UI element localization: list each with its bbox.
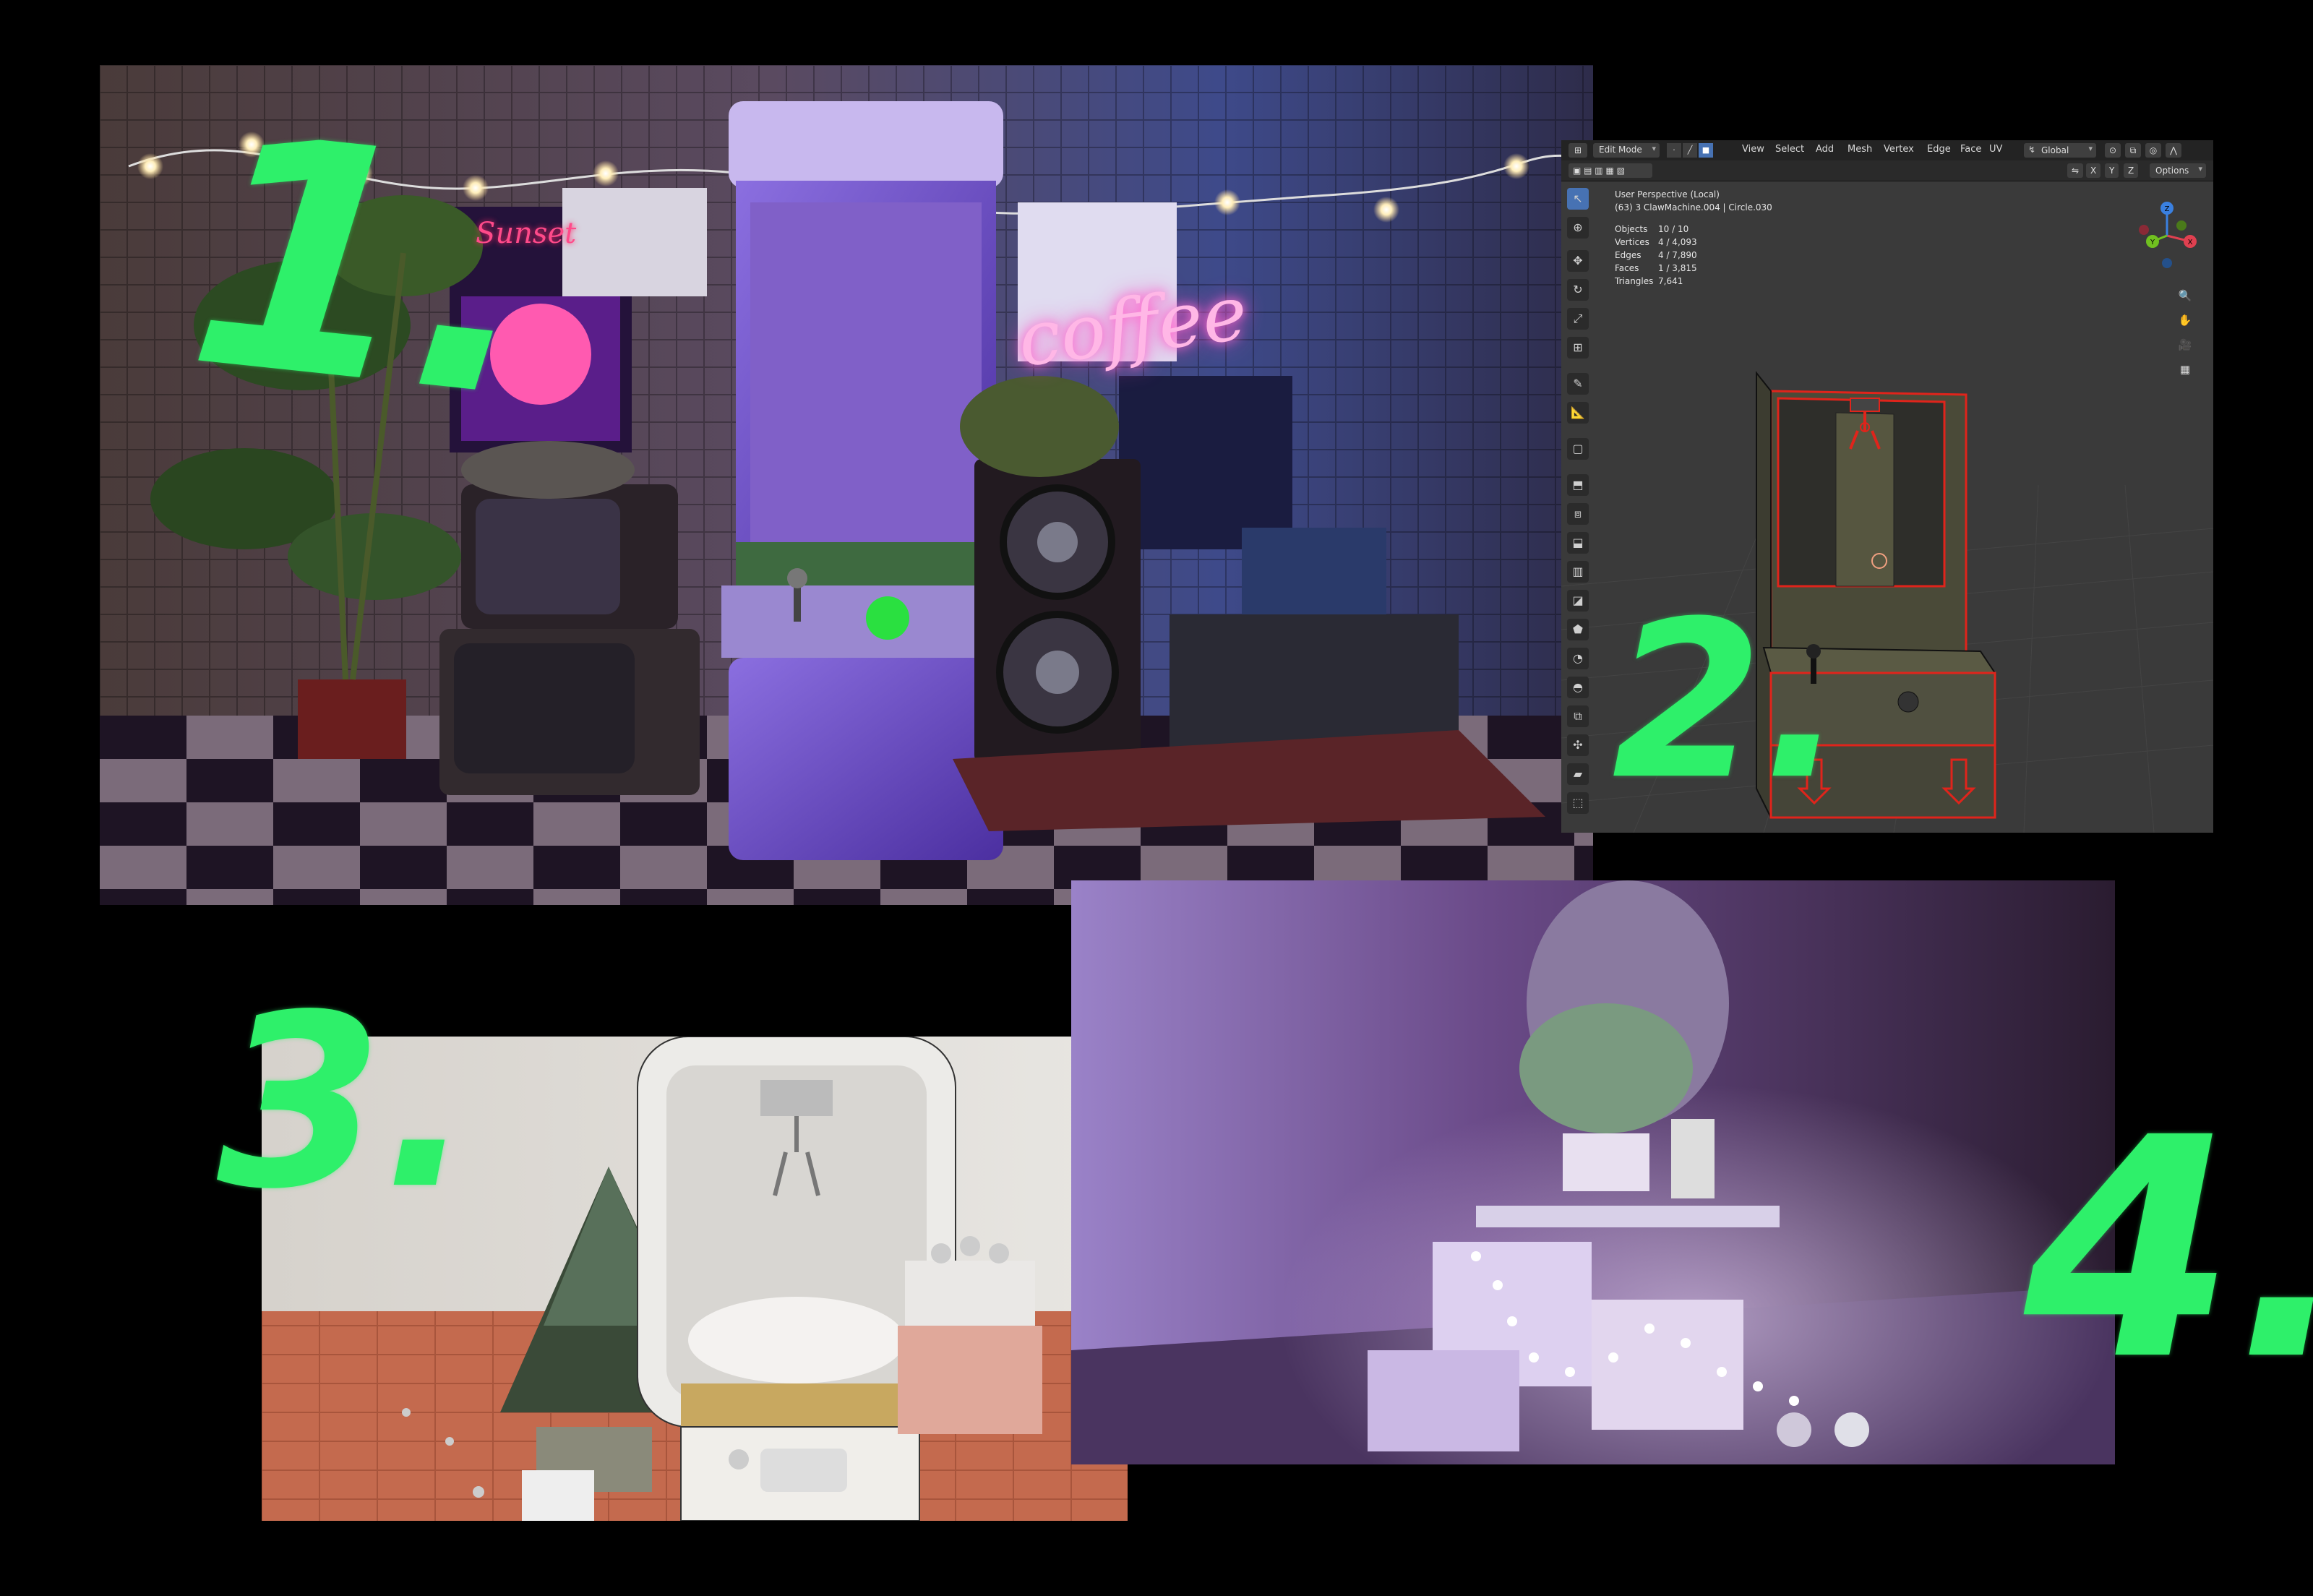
- rotate-icon[interactable]: ↻: [1567, 279, 1589, 301]
- navigation-gizmo[interactable]: X Z Y: [2131, 200, 2203, 272]
- blender-subheader: ▣ ▤ ▥ ▦ ▧ ⇋ X Y Z Options ▾: [1561, 160, 2213, 181]
- tool-shelf: ↖ ⊕ ✥ ↻ ⤢ ⊞ ✎ 📐 ▢ ⬒ ⧈ ⬓ ▥ ◪ ⬟ ◔ ◓ ⧉ ✣ ▰ …: [1564, 188, 1593, 833]
- stat-triangles: Triangles 7,641: [1615, 276, 1683, 286]
- annotate-icon[interactable]: ✎: [1567, 373, 1589, 395]
- lantern: [1671, 1119, 1715, 1198]
- measure-icon[interactable]: 📐: [1567, 402, 1589, 424]
- chevron-down-icon: ▾: [2198, 164, 2202, 173]
- face-select-icon[interactable]: ■: [1699, 143, 1713, 158]
- viewport-info: User Perspective (Local) (63) 3 ClawMach…: [1615, 189, 1832, 298]
- loop-cut-icon[interactable]: ▥: [1567, 561, 1589, 583]
- mirror-icon[interactable]: ⇋: [2067, 163, 2084, 178]
- gift-box-pink: [898, 1326, 1042, 1434]
- pivot-icon[interactable]: ⊙: [2105, 143, 2121, 158]
- stat-vertices: Vertices 4 / 4,093: [1615, 237, 1697, 247]
- menu-uv[interactable]: UV: [1989, 144, 2002, 155]
- menu-select[interactable]: Select: [1775, 144, 1804, 155]
- editor-type-icon[interactable]: ⊞: [1569, 143, 1587, 158]
- transform-orientation-dropdown[interactable]: ↯ Global ▾: [2024, 143, 2096, 158]
- plush-toys: [688, 1297, 905, 1383]
- menu-face[interactable]: Face: [1960, 144, 1981, 155]
- menu-vertex[interactable]: Vertex: [1884, 144, 1914, 155]
- transform-icon[interactable]: ⊞: [1567, 337, 1589, 359]
- axis-y-toggle[interactable]: Y: [2105, 163, 2119, 178]
- stat-faces: Faces 1 / 3,815: [1615, 263, 1697, 273]
- menu-mesh[interactable]: Mesh: [1848, 144, 1872, 155]
- shrink-fatten-icon[interactable]: ✣: [1567, 734, 1589, 756]
- menu-edge[interactable]: Edge: [1927, 144, 1951, 155]
- claw-machine: [721, 101, 1010, 860]
- chevron-down-icon: ▾: [2088, 144, 2093, 153]
- axis-z-toggle[interactable]: Z: [2124, 163, 2139, 178]
- smooth-icon[interactable]: ◓: [1567, 677, 1589, 698]
- side-table: [1476, 1206, 1780, 1227]
- car-poster: [1119, 376, 1292, 549]
- purple-scene: [1071, 880, 2115, 1464]
- shear-icon[interactable]: ▰: [1567, 763, 1589, 785]
- extrude-icon[interactable]: ⬒: [1567, 474, 1589, 496]
- zoom-icon[interactable]: 🔍: [2176, 286, 2194, 305]
- svg-text:Z: Z: [2165, 205, 2170, 213]
- edge-select-icon[interactable]: ╱: [1683, 143, 1697, 158]
- open-box: [1368, 1350, 1519, 1451]
- svg-text:Y: Y: [2150, 239, 2155, 246]
- viewport-title: User Perspective (Local): [1615, 189, 1720, 200]
- step-number-4: 4.: [2024, 1073, 2313, 1427]
- spin-icon[interactable]: ◔: [1567, 648, 1589, 669]
- step-number-2: 2.: [1612, 575, 1845, 827]
- select-box-icon[interactable]: ↖: [1567, 188, 1589, 210]
- object-info: (63) 3 ClawMachine.004 | Circle.030: [1615, 202, 1772, 213]
- menu-view[interactable]: View: [1742, 144, 1764, 155]
- scale-icon[interactable]: ⤢: [1567, 308, 1589, 330]
- knife-icon[interactable]: ◪: [1567, 590, 1589, 612]
- step-number-1: 1.: [176, 65, 556, 470]
- cardboard-box: [1242, 528, 1386, 622]
- menu-add[interactable]: Add: [1816, 144, 1834, 155]
- speaker: [974, 459, 1141, 763]
- step-number-3: 3.: [217, 964, 473, 1241]
- inset-icon[interactable]: ⧈: [1567, 503, 1589, 525]
- move-icon[interactable]: ✥: [1567, 250, 1589, 272]
- rip-region-icon[interactable]: ⬚: [1567, 792, 1589, 814]
- mode-dropdown[interactable]: Edit Mode ▾: [1593, 143, 1660, 158]
- svg-text:X: X: [2188, 239, 2193, 246]
- blender-header: ⊞ Edit Mode ▾ · ╱ ■ View Select Add Mesh…: [1561, 140, 2213, 161]
- bevel-icon[interactable]: ⬓: [1567, 532, 1589, 554]
- orientation-icon: ↯: [2028, 145, 2036, 155]
- cursor-icon[interactable]: ⊕: [1567, 217, 1589, 239]
- chevron-down-icon: ▾: [1652, 144, 1656, 153]
- add-cube-icon[interactable]: ▢: [1567, 438, 1589, 460]
- options-dropdown[interactable]: Options ▾: [2150, 163, 2206, 178]
- selection-mode-icons[interactable]: ▣ ▤ ▥ ▦ ▧: [1569, 163, 1652, 178]
- snap-icon[interactable]: ⧉: [2125, 143, 2141, 158]
- select-mode-buttons[interactable]: · ╱ ■: [1667, 143, 1715, 158]
- vertex-select-icon[interactable]: ·: [1667, 143, 1681, 158]
- potted-plant: [960, 376, 1119, 477]
- gift-box-ribbon: [1592, 1300, 1743, 1430]
- hand-icon[interactable]: ✋: [2176, 311, 2194, 330]
- render-panel-purple-christmas: [1071, 880, 2115, 1464]
- white-poster: [562, 188, 707, 296]
- ornament-ball: [1834, 1412, 1869, 1447]
- axis-x-toggle[interactable]: X: [2086, 163, 2101, 178]
- falloff-icon[interactable]: ⋀: [2166, 143, 2181, 158]
- edge-slide-icon[interactable]: ⧉: [1567, 705, 1589, 727]
- camera-icon[interactable]: 🎥: [2176, 335, 2194, 354]
- stat-edges: Edges 4 / 7,890: [1615, 250, 1697, 260]
- proportional-edit-icon[interactable]: ◎: [2145, 143, 2161, 158]
- poly-build-icon[interactable]: ⬟: [1567, 619, 1589, 640]
- gift-box-small: [522, 1470, 594, 1521]
- stat-objects: Objects 10 / 10: [1615, 224, 1689, 234]
- grid-icon[interactable]: ▦: [2176, 360, 2194, 379]
